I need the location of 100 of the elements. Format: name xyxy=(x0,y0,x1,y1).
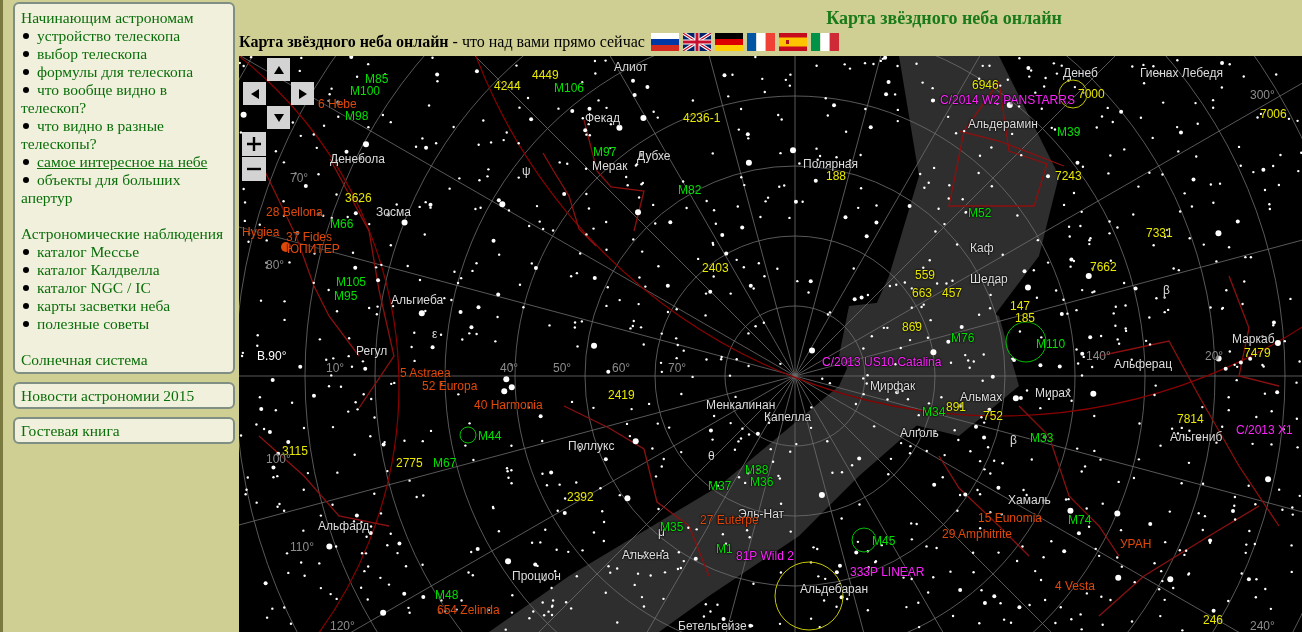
messier-label: M76 xyxy=(951,331,975,345)
star-label: Мирфак xyxy=(870,379,916,393)
star-label: Процион xyxy=(512,569,561,583)
messier-label: M95 xyxy=(334,289,358,303)
grid-label: 70° xyxy=(668,361,687,375)
grid-label: B.90° xyxy=(257,349,287,363)
ngc-label: 752 xyxy=(983,409,1004,423)
bullet-icon xyxy=(23,87,29,94)
comet-label: C/2013 US10 Catalina xyxy=(822,355,942,369)
messier-label: M74 xyxy=(1068,513,1092,527)
down-arrow-icon xyxy=(273,113,284,122)
star-label: Зосма xyxy=(376,205,411,219)
star-label: Регул xyxy=(356,344,388,358)
nav-link[interactable]: что видно в разные телескопы? xyxy=(21,117,227,153)
nav-box-link[interactable]: Гостевая книга xyxy=(13,417,235,444)
minus-icon xyxy=(247,167,261,171)
bullet-icon xyxy=(23,249,29,256)
flag-icon[interactable] xyxy=(682,33,711,51)
messier-label: M110 xyxy=(1036,337,1066,351)
messier-label: M36 xyxy=(750,475,774,489)
solar-system-label: 5 Astraea xyxy=(400,366,451,380)
nav-link[interactable]: устройство телескопа xyxy=(21,27,227,45)
nav-link[interactable]: самое интересное на небе xyxy=(21,153,227,171)
ngc-label: 3626 xyxy=(345,191,372,205)
solar-system-label: 52 Europa xyxy=(422,379,478,393)
messier-label: M106 xyxy=(554,81,585,95)
nav-link[interactable]: каталог Мессье xyxy=(21,243,227,261)
star-label: θ xyxy=(708,449,715,463)
pan-up-button[interactable] xyxy=(267,58,290,81)
star-label: Альхена xyxy=(622,548,670,562)
section-link[interactable]: Астрономические наблюдения xyxy=(21,225,227,243)
star-label: Гиенах Лебедя xyxy=(1140,66,1223,80)
messier-label: M100 xyxy=(350,84,381,98)
section-link[interactable]: Начинающим астрономам xyxy=(21,9,227,27)
ngc-label: 7331 xyxy=(1146,226,1173,240)
messier-label: M38 xyxy=(745,463,769,477)
solar-system-label: 40 Harmonia xyxy=(474,398,543,412)
section-link[interactable]: Солнечная система xyxy=(21,351,227,369)
ngc-label: 2392 xyxy=(567,490,594,504)
nav-link[interactable]: каталог Калдвелла xyxy=(21,261,227,279)
star-label: Альдебаран xyxy=(800,582,869,596)
star-label: Алголь xyxy=(900,426,939,440)
grid-label: 140° xyxy=(1086,349,1111,363)
pan-right-button[interactable] xyxy=(291,82,314,105)
flag-icon[interactable] xyxy=(650,33,679,51)
ngc-label: 4244 xyxy=(494,79,521,93)
pan-left-button[interactable] xyxy=(243,82,266,105)
nav-link[interactable]: выбор телескопа xyxy=(21,45,227,63)
star-label: Альферац xyxy=(1114,357,1173,371)
bullet-icon xyxy=(23,159,29,166)
grid-label: 40° xyxy=(500,361,519,375)
messier-label: M1 xyxy=(716,542,733,556)
bullet-icon xyxy=(23,69,29,76)
nav-link[interactable]: объекты для больших апертур xyxy=(21,171,227,207)
ngc-label: 559 xyxy=(915,268,936,282)
pan-down-button[interactable] xyxy=(267,106,290,129)
star-label: Мерак xyxy=(592,159,628,173)
flag-icon[interactable] xyxy=(714,33,743,51)
ngc-label: 185 xyxy=(1015,311,1036,325)
nav-link[interactable]: формулы для телескопа xyxy=(21,63,227,81)
star-label: Менкалинан xyxy=(706,398,776,412)
nav-link[interactable]: каталог NGC / IC xyxy=(21,279,227,297)
messier-label: M48 xyxy=(435,588,459,602)
star-label: Мирах xyxy=(1035,386,1072,400)
zoom-out-button[interactable] xyxy=(242,157,266,181)
messier-label: M39 xyxy=(1057,125,1081,139)
messier-label: M66 xyxy=(330,217,354,231)
bullet-icon xyxy=(23,51,29,58)
grid-label: 120° xyxy=(330,619,355,632)
bullet-icon xyxy=(23,303,29,310)
nav-link[interactable]: карты засветки неба xyxy=(21,297,227,315)
ngc-label: 2775 xyxy=(396,456,423,470)
messier-label: M97 xyxy=(593,145,617,159)
solar-system-label: 15 Eunomia xyxy=(978,511,1043,525)
bullet-icon xyxy=(23,285,29,292)
ngc-label: 2403 xyxy=(702,261,729,275)
ngc-label: 7006 xyxy=(1260,107,1287,121)
ngc-label: 4449 xyxy=(532,68,559,82)
solar-system-label: Hygiea xyxy=(242,225,280,239)
bullet-icon xyxy=(23,321,29,328)
star-label: β xyxy=(1010,433,1017,447)
comet-label: C/2014 W2 PANSTARRS xyxy=(940,93,1075,107)
flag-icon[interactable] xyxy=(746,33,775,51)
star-label: Каф xyxy=(970,241,994,255)
grid-label: 300° xyxy=(1250,88,1275,102)
zoom-in-button[interactable] xyxy=(242,132,266,156)
comet-label: C/2013 X1 xyxy=(1236,423,1293,437)
star-label: Денебола xyxy=(330,152,385,166)
messier-label: M98 xyxy=(345,109,369,123)
bullet-icon xyxy=(23,267,29,274)
up-arrow-icon xyxy=(273,65,284,74)
nav-link[interactable]: что вообще видно в телескоп? xyxy=(21,81,227,117)
messier-label: M37 xyxy=(708,479,732,493)
ngc-label: 6946 xyxy=(972,78,999,92)
nav-box-link[interactable]: Новости астрономии 2015 xyxy=(13,382,235,409)
star-label: Фекад xyxy=(585,111,620,125)
grid-label: 60° xyxy=(612,361,631,375)
nav-link[interactable]: полезные советы xyxy=(21,315,227,333)
ngc-label: 188 xyxy=(826,169,847,183)
star-label: Хамаль xyxy=(1008,493,1051,507)
